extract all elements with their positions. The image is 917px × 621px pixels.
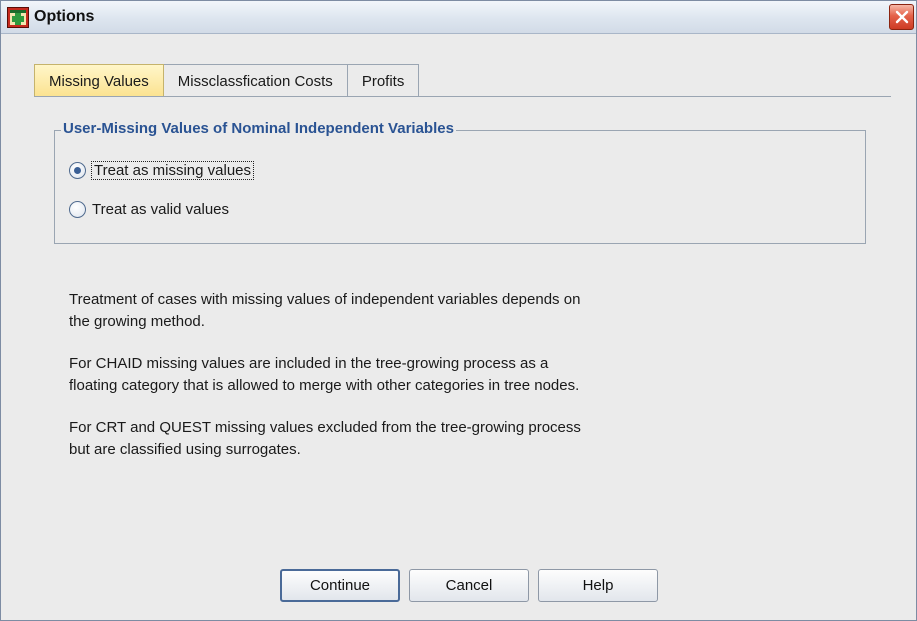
description-paragraph-2: For CHAID missing values are included in… (69, 353, 789, 397)
close-button[interactable] (889, 4, 914, 30)
description-paragraph-3: For CRT and QUEST missing values exclude… (69, 417, 789, 461)
description-line: floating category that is allowed to mer… (69, 377, 580, 394)
radio-button-checked[interactable] (69, 161, 86, 179)
description-line: For CRT and QUEST missing values exclude… (69, 419, 581, 436)
description-line: the growing method. (69, 313, 205, 330)
radio-treat-as-missing[interactable]: Treat as missing values (69, 159, 255, 181)
description-line: For CHAID missing values are included in… (69, 355, 549, 372)
title-bar[interactable]: Options (1, 1, 916, 34)
options-dialog: Options Missing Values Missclassfication… (0, 0, 917, 621)
tab-profits[interactable]: Profits (347, 64, 420, 97)
radio-button-unchecked[interactable] (69, 200, 86, 218)
window-title: Options (34, 8, 95, 25)
tab-missclassification-costs[interactable]: Missclassfication Costs (163, 64, 348, 97)
group-title: User-Missing Values of Nominal Independe… (61, 120, 456, 137)
description-line: Treatment of cases with missing values o… (69, 291, 581, 308)
spss-options-icon (7, 7, 29, 28)
user-missing-values-group (54, 130, 866, 244)
description-line: but are classified using surrogates. (69, 441, 301, 458)
description-paragraph-1: Treatment of cases with missing values o… (69, 289, 789, 333)
close-icon (895, 10, 909, 24)
radio-label-valid: Treat as valid values (92, 200, 230, 218)
tab-missing-values[interactable]: Missing Values (34, 64, 164, 97)
tab-bar: Missing Values Missclassfication Costs P… (34, 64, 420, 97)
cancel-button[interactable]: Cancel (409, 569, 529, 602)
radio-label-missing: Treat as missing values (90, 160, 255, 180)
continue-button[interactable]: Continue (280, 569, 400, 602)
tab-divider (34, 96, 891, 97)
help-button[interactable]: Help (538, 569, 658, 602)
radio-treat-as-valid[interactable]: Treat as valid values (69, 198, 229, 220)
